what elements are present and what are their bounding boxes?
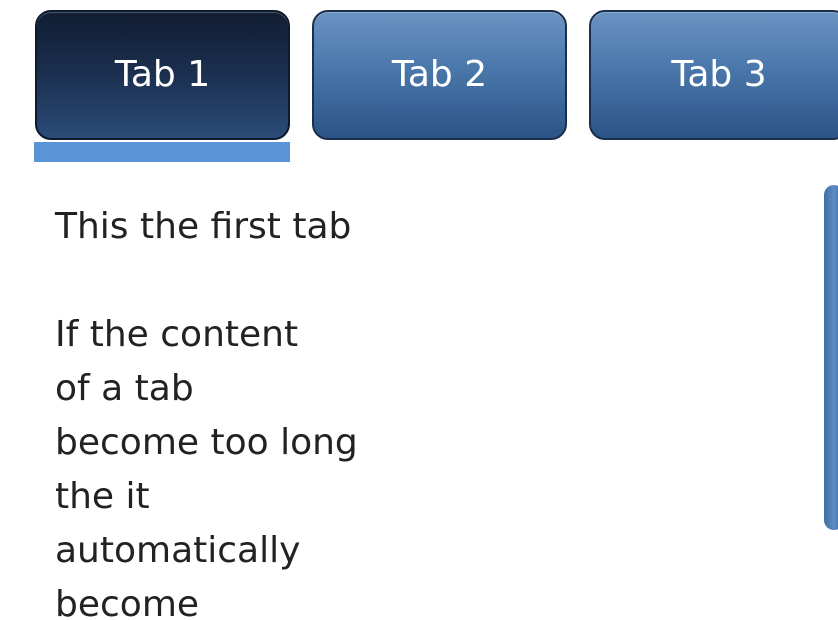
content-line: the it bbox=[55, 476, 150, 517]
active-tab-indicator bbox=[34, 142, 290, 162]
content-line: become too long bbox=[55, 422, 358, 463]
content-heading: This the first tab bbox=[55, 206, 352, 247]
tab-view-screen: Tab 1 Tab 2 Tab 3 This the first tab If … bbox=[0, 0, 838, 620]
tab-3[interactable]: Tab 3 bbox=[589, 10, 838, 140]
vertical-scrollbar[interactable] bbox=[824, 185, 838, 530]
tab-bar: Tab 1 Tab 2 Tab 3 bbox=[0, 0, 838, 165]
tab-content: This the first tab If the content of a t… bbox=[55, 200, 555, 620]
tab-1[interactable]: Tab 1 bbox=[35, 10, 290, 140]
tab-2[interactable]: Tab 2 bbox=[312, 10, 567, 140]
content-line: If the content bbox=[55, 314, 299, 355]
content-line: of a tab bbox=[55, 368, 194, 409]
content-line: automatically bbox=[55, 530, 301, 571]
content-line: become bbox=[55, 584, 200, 620]
